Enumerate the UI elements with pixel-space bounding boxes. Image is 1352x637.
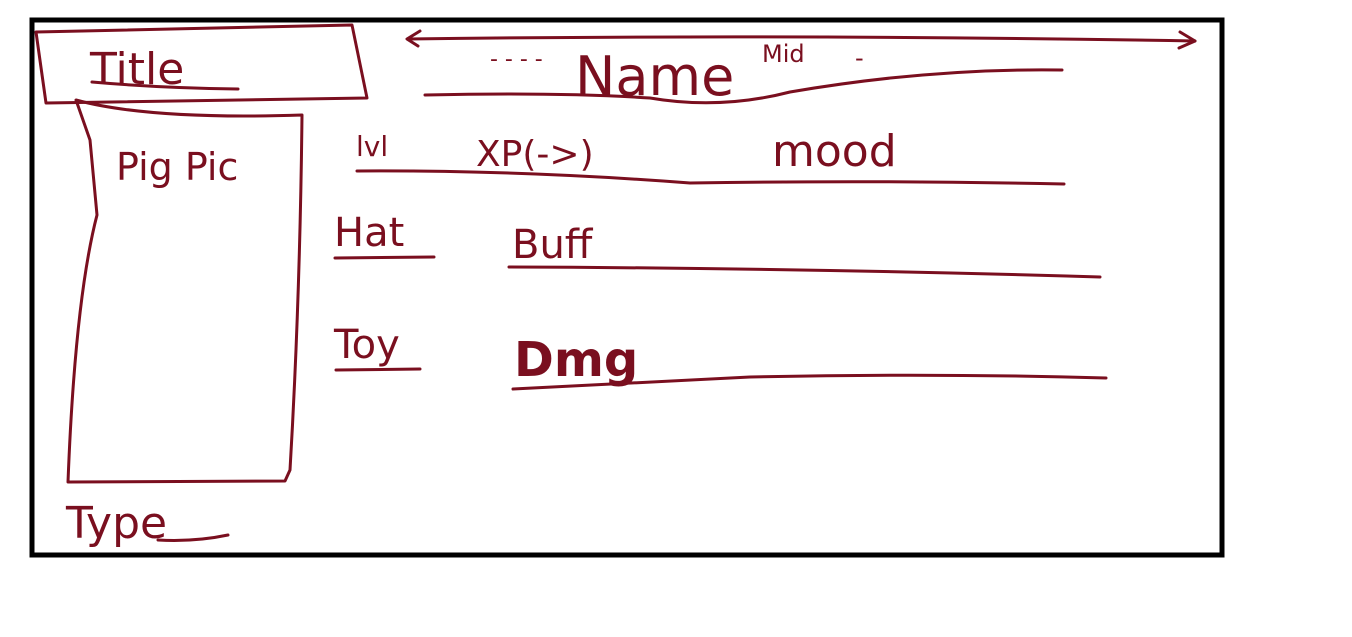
name-underline — [423, 68, 1064, 105]
mood-stat: mood — [772, 126, 897, 177]
hat-label-underline — [333, 255, 436, 260]
xp-stat: XP(->) — [476, 134, 594, 175]
name-suffix-dash: - — [855, 44, 864, 72]
card-wireframe-sketch: Title - - - - Name Mid - Pig Pic Type lv… — [29, 17, 1225, 558]
hat-value: Buff — [512, 222, 594, 268]
pig-picture-label: Pig Pic — [116, 145, 238, 189]
hat-label: Hat — [334, 210, 404, 256]
toy-label: Toy — [333, 322, 400, 368]
toy-value: Dmg — [514, 332, 638, 388]
stats-underline — [355, 169, 1066, 186]
type-label: Type — [65, 498, 167, 549]
level-stat: lvl — [356, 130, 388, 163]
hat-value-underline — [507, 265, 1102, 279]
type-underline — [156, 533, 230, 542]
toy-label-underline — [334, 367, 422, 372]
title-box — [34, 23, 369, 105]
name-prefix-dashes: - - - - — [490, 47, 543, 72]
name-note-text: Mid — [762, 40, 805, 68]
